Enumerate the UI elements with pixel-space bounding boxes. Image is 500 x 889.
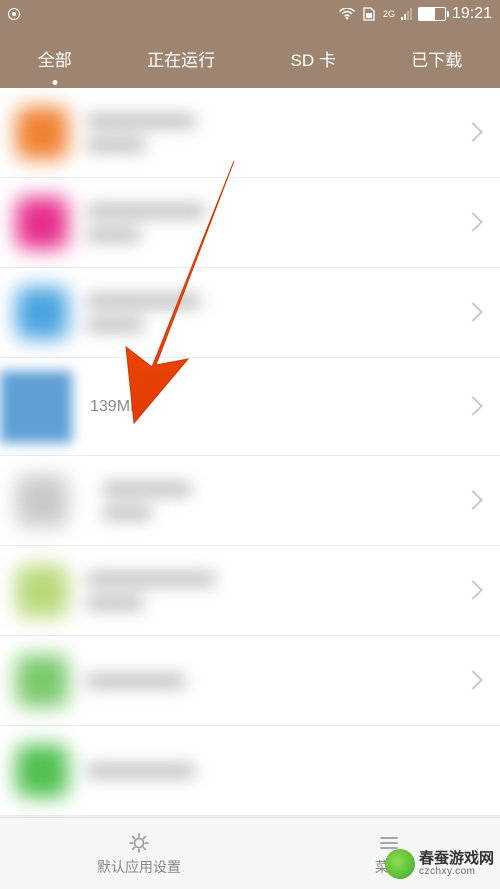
app-icon [16, 565, 68, 617]
watermark-url: czchxy.com [419, 867, 494, 878]
status-bar: 2G 19:21 [0, 0, 500, 28]
gear-icon [127, 831, 151, 855]
app-icon [16, 107, 68, 159]
app-icon [16, 745, 68, 797]
list-item[interactable] [0, 88, 500, 178]
app-list: 139MB [0, 88, 500, 816]
sim-icon [361, 7, 377, 21]
list-item[interactable] [0, 636, 500, 726]
list-item[interactable]: 139MB [0, 358, 500, 456]
signal-icon [401, 8, 412, 20]
list-item[interactable] [0, 178, 500, 268]
app-icon [16, 287, 68, 339]
tab-running[interactable]: 正在运行 [143, 40, 219, 77]
app-icon [16, 197, 68, 249]
watermark-title: 春蚕游戏网 [419, 851, 494, 867]
list-item[interactable] [0, 546, 500, 636]
bottom-left-label: 默认应用设置 [97, 857, 181, 877]
chevron-right-icon [466, 125, 482, 141]
chevron-right-icon [466, 399, 482, 415]
chevron-right-icon [466, 673, 482, 689]
network-type-badge: 2G [383, 10, 395, 19]
tab-all[interactable]: 全部 [34, 40, 76, 77]
app-icon [16, 655, 68, 707]
list-item[interactable] [0, 456, 500, 546]
chevron-right-icon [466, 583, 482, 599]
chevron-right-icon [466, 493, 482, 509]
tab-downloaded[interactable]: 已下载 [407, 40, 466, 77]
list-item[interactable] [0, 726, 500, 816]
watermark-logo-icon [385, 849, 415, 879]
battery-icon [418, 7, 446, 21]
chevron-right-icon [466, 305, 482, 321]
tab-sdcard[interactable]: SD 卡 [287, 40, 340, 77]
list-item[interactable] [0, 268, 500, 358]
app-size-label: 139MB [90, 398, 141, 416]
app-icon [0, 371, 72, 443]
default-app-settings-button[interactable]: 默认应用设置 [97, 831, 181, 877]
wifi-icon [339, 8, 355, 20]
app-icon [16, 475, 68, 527]
tab-bar: 全部 正在运行 SD 卡 已下载 [0, 28, 500, 88]
chevron-right-icon [466, 215, 482, 231]
clock: 19:21 [452, 5, 492, 23]
watermark: 春蚕游戏网 czchxy.com [385, 849, 494, 879]
status-indicator-icon [8, 8, 20, 20]
